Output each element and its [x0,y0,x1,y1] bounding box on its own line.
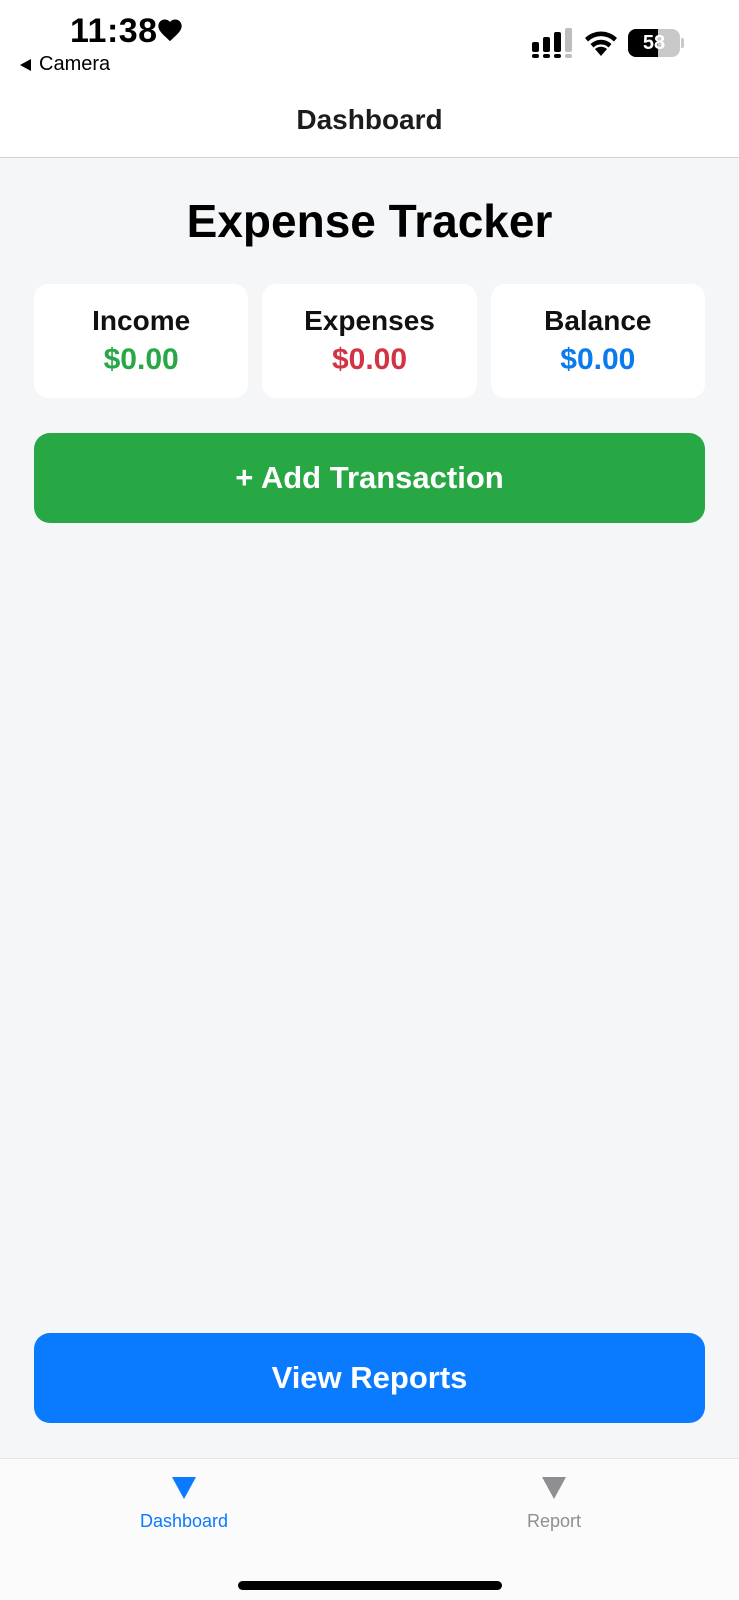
navigation-bar: Dashboard [0,82,739,158]
battery-percent: 58 [642,32,666,54]
expenses-card: Expenses $0.00 [262,284,477,398]
wifi-icon [585,31,617,56]
nav-title: Dashboard [296,103,443,135]
battery-body: 58 [628,29,680,57]
main-content: Expense Tracker Income $0.00 Expenses $0… [0,158,739,1458]
tab-report-label: Report [526,1511,582,1531]
heart-icon [158,19,182,42]
cellular-signal-icon [532,28,572,58]
expenses-label: Expenses [304,305,435,336]
status-time: 11:38 [70,12,158,50]
status-bar: 11:38 Camera 58 [0,0,739,82]
tab-bar: Dashboard Report [0,1458,739,1600]
tab-report[interactable]: Report [474,1477,634,1532]
back-app-label: Camera [39,53,111,75]
income-value: $0.00 [103,343,179,376]
balance-label: Balance [544,305,652,336]
battery-cap [681,38,684,48]
screen: 11:38 Camera 58 Dashboard Expense Tracke… [0,0,739,1600]
balance-card: Balance $0.00 [490,284,705,398]
summary-cards: Income $0.00 Expenses $0.00 Balance $0.0… [34,284,705,398]
triangle-down-icon [172,1477,196,1499]
income-card: Income $0.00 [34,284,249,398]
add-transaction-button[interactable]: + Add Transaction [34,433,705,523]
expenses-value: $0.00 [331,343,408,376]
view-reports-button[interactable]: View Reports [34,1333,705,1423]
triangle-down-icon [542,1477,566,1499]
tab-dashboard[interactable]: Dashboard [104,1477,264,1532]
back-arrow-icon [20,58,31,71]
income-label: Income [92,305,191,336]
balance-value: $0.00 [560,343,636,376]
battery-indicator: 58 [628,29,684,57]
tab-dashboard-label: Dashboard [139,1511,229,1531]
page-title: Expense Tracker [186,195,553,247]
back-to-app-link[interactable]: Camera [20,53,110,76]
home-indicator [238,1581,502,1590]
